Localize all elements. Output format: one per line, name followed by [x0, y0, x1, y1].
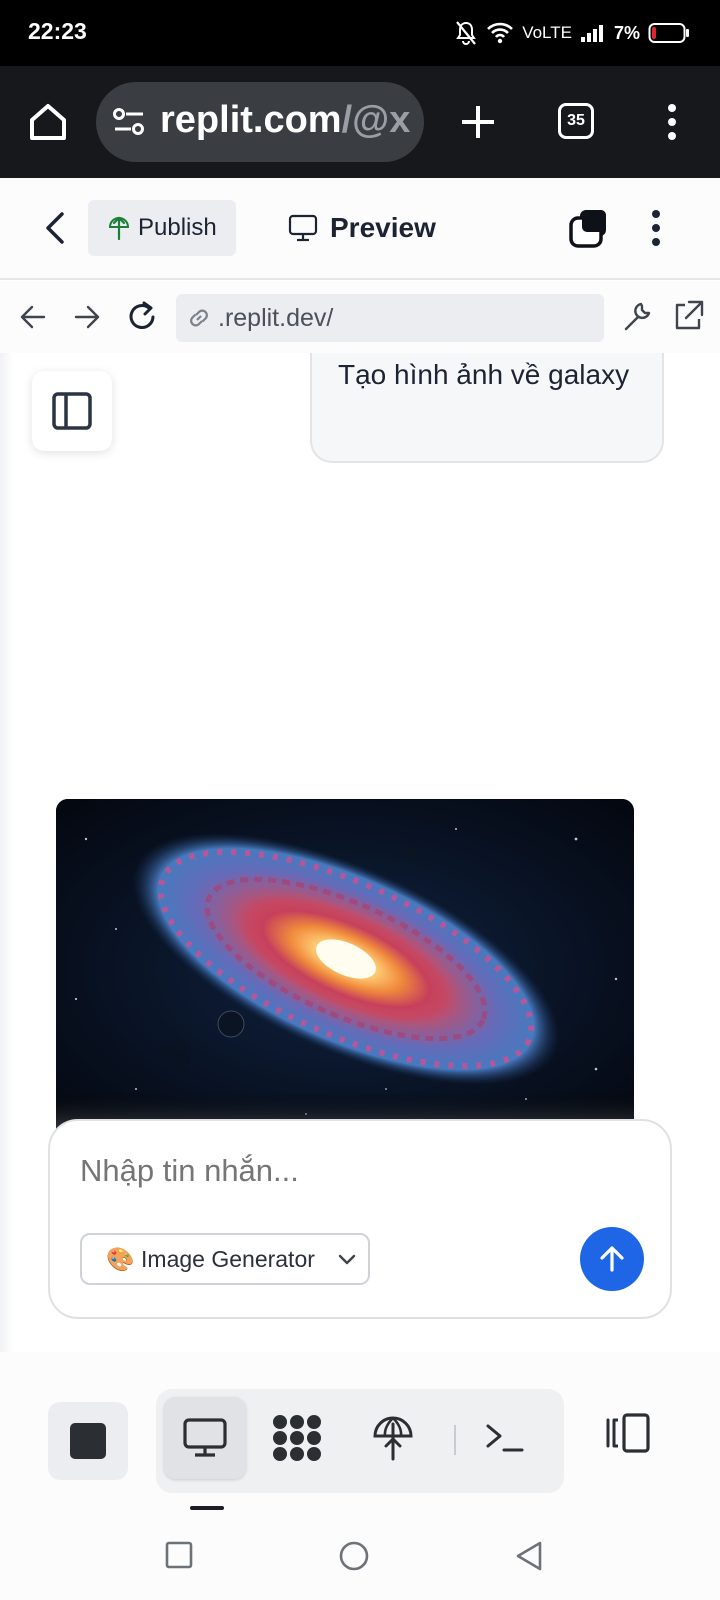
- preview-tool-button[interactable]: [164, 1397, 246, 1479]
- tool-group: [156, 1389, 564, 1493]
- external-link-icon[interactable]: [672, 299, 704, 338]
- message-composer: 🎨 Image Generator: [48, 1119, 672, 1319]
- tune-icon[interactable]: [112, 106, 146, 138]
- more-vertical-icon[interactable]: [648, 206, 664, 255]
- model-select-label: 🎨 Image Generator: [106, 1245, 315, 1272]
- replit-header: Publish Preview: [0, 178, 720, 280]
- refresh-icon[interactable]: [126, 299, 158, 340]
- status-bar: 22:23 VoLTE 7%: [0, 0, 720, 66]
- plus-icon[interactable]: [452, 96, 504, 148]
- panes-icon: [569, 210, 606, 248]
- more-vertical-icon[interactable]: [660, 96, 684, 148]
- publish-label: Publish: [138, 214, 217, 241]
- tabs-icon[interactable]: 35: [558, 103, 594, 139]
- deploy-tool-button[interactable]: [352, 1397, 434, 1479]
- signal-icon: [580, 23, 606, 43]
- chevron-left-icon: [46, 212, 64, 244]
- address-path: /@x: [341, 99, 411, 141]
- link-icon: [190, 309, 208, 327]
- back-nav-icon[interactable]: [514, 1540, 544, 1577]
- arrow-left-icon[interactable]: [18, 299, 48, 340]
- webview-address-bar[interactable]: .replit.dev/: [176, 294, 604, 342]
- address-bar[interactable]: replit.com/@x: [96, 82, 424, 162]
- address-text: replit.com/@x: [160, 99, 410, 142]
- bottom-dock: [0, 1352, 720, 1512]
- address-host: replit.com: [160, 99, 342, 141]
- battery-percent: 7%: [613, 22, 640, 43]
- shell-tool-button[interactable]: [464, 1397, 546, 1479]
- stop-button[interactable]: [48, 1402, 128, 1480]
- galaxy-image: [56, 799, 634, 1139]
- battery-icon: [648, 22, 690, 44]
- generated-image[interactable]: [56, 799, 634, 1139]
- preview-tab[interactable]: Preview: [288, 200, 436, 256]
- status-time: 22:23: [28, 18, 87, 44]
- network-type: VoLTE: [522, 23, 572, 42]
- message-input[interactable]: [80, 1153, 600, 1189]
- app-preview: Tạo hình ảnh về galaxy Nhập tin nhắn... …: [0, 353, 720, 1352]
- monitor-icon: [183, 1418, 227, 1457]
- webview-toolbar: .replit.dev/: [0, 281, 720, 353]
- arrow-right-icon[interactable]: [72, 299, 102, 340]
- notifications-off-icon: [454, 20, 478, 46]
- stop-icon: [70, 1423, 106, 1459]
- back-button[interactable]: [40, 210, 70, 251]
- workflows-icon: [273, 1415, 321, 1461]
- browser-toolbar: replit.com/@x 35: [0, 66, 720, 178]
- webview-address-text: .replit.dev/: [218, 303, 334, 332]
- workflows-tool-button[interactable]: [256, 1397, 338, 1479]
- model-select[interactable]: 🎨 Image Generator: [80, 1233, 370, 1285]
- chevron-down-icon: [338, 1254, 356, 1265]
- user-message: Tạo hình ảnh về galaxy: [310, 353, 664, 463]
- monitor-icon: [288, 214, 318, 242]
- layout-button[interactable]: [604, 1412, 654, 1459]
- wifi-icon: [486, 21, 514, 45]
- arrow-up-icon: [600, 1246, 624, 1272]
- preview-edge: [0, 353, 14, 1352]
- system-navigation-bar: [0, 1512, 720, 1600]
- publish-icon: [108, 216, 130, 241]
- sidebar-toggle-button[interactable]: [32, 371, 112, 451]
- active-tool-indicator: [190, 1506, 224, 1510]
- home-icon[interactable]: [22, 96, 74, 148]
- panes-button[interactable]: [568, 208, 610, 255]
- publish-button[interactable]: Publish: [88, 200, 236, 256]
- wrench-icon[interactable]: [622, 299, 654, 338]
- recents-icon[interactable]: [164, 1540, 194, 1575]
- terminal-icon: [486, 1424, 524, 1452]
- preview-label: Preview: [330, 212, 436, 243]
- status-indicators: VoLTE 7%: [454, 18, 690, 48]
- layout-icon: [606, 1413, 650, 1453]
- deploy-icon: [373, 1416, 413, 1461]
- send-button[interactable]: [580, 1227, 644, 1291]
- tool-separator: [454, 1425, 456, 1455]
- sidebar-icon: [52, 392, 92, 430]
- home-nav-icon[interactable]: [338, 1540, 370, 1577]
